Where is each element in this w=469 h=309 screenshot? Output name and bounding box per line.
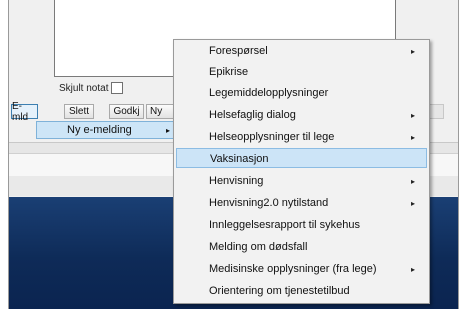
chevron-right-icon: ▸ xyxy=(165,125,170,135)
emld-button[interactable]: E-mld xyxy=(11,101,38,123)
menu-item-label: Henvisning2.0 nytilstand xyxy=(209,197,329,209)
chevron-right-icon: ▸ xyxy=(410,111,415,120)
menu-item-label: Epikrise xyxy=(209,66,249,78)
menu-item-label: Orientering om tjenestetilbud xyxy=(209,285,350,297)
new-emessage-submenu-item[interactable]: Ny e-melding ▸ xyxy=(36,121,179,139)
hidden-note-row: Skjult notat xyxy=(59,82,124,94)
menu-item-label: Vaksinasjon xyxy=(210,153,269,165)
new-button[interactable]: Ny xyxy=(146,104,176,119)
menu-item-melding-om-dodsfall[interactable]: Melding om dødsfall xyxy=(176,237,427,257)
menu-item-label: Helseopplysninger til lege xyxy=(209,131,335,143)
approve-button[interactable]: Godkj xyxy=(109,104,144,119)
chevron-right-icon: ▸ xyxy=(410,177,415,186)
menu-item-legemiddelopplysninger[interactable]: Legemiddelopplysninger xyxy=(176,83,427,103)
menu-item-label: Legemiddelopplysninger xyxy=(209,87,329,99)
menu-item-orientering-om-tjenestetilbud[interactable]: Orientering om tjenestetilbud xyxy=(176,281,427,301)
menu-item-helsefaglig-dialog[interactable]: Helsefaglig dialog ▸ xyxy=(176,105,427,125)
menu-item-medisinske-opplysninger[interactable]: Medisinske opplysninger (fra lege) ▸ xyxy=(176,259,427,279)
menu-item-vaksinasjon[interactable]: Vaksinasjon xyxy=(176,148,427,168)
hidden-note-checkbox[interactable] xyxy=(111,82,124,94)
menu-item-label: Medisinske opplysninger (fra lege) xyxy=(209,263,377,275)
delete-button[interactable]: Slett xyxy=(64,104,94,119)
menu-item-foresporsel[interactable]: Forespørsel ▸ xyxy=(176,41,427,61)
menu-item-helseopplysninger-til-lege[interactable]: Helseopplysninger til lege ▸ xyxy=(176,127,427,147)
menu-item-label: Helsefaglig dialog xyxy=(209,109,296,121)
chevron-right-icon: ▸ xyxy=(410,133,415,142)
submenu-label: Ny e-melding xyxy=(67,124,132,136)
menu-item-henvisning[interactable]: Henvisning ▸ xyxy=(176,171,427,191)
menu-item-label: Innleggelsesrapport til sykehus xyxy=(209,219,361,231)
menu-item-label: Forespørsel xyxy=(209,45,268,57)
chevron-right-icon: ▸ xyxy=(410,199,415,208)
menu-item-innleggelsesrapport[interactable]: Innleggelsesrapport til sykehus xyxy=(176,215,427,235)
emessage-context-menu: Forespørsel ▸ Epikrise Legemiddelopplysn… xyxy=(173,39,430,304)
menu-item-epikrise[interactable]: Epikrise xyxy=(176,62,427,82)
menu-item-label: Henvisning xyxy=(209,175,264,187)
menu-item-henvisning2-nytilstand[interactable]: Henvisning2.0 nytilstand ▸ xyxy=(176,193,427,213)
menu-item-label: Melding om dødsfall xyxy=(209,241,308,253)
chevron-right-icon: ▸ xyxy=(410,47,415,56)
chevron-right-icon: ▸ xyxy=(410,265,415,274)
hidden-note-label: Skjult notat xyxy=(59,82,109,94)
